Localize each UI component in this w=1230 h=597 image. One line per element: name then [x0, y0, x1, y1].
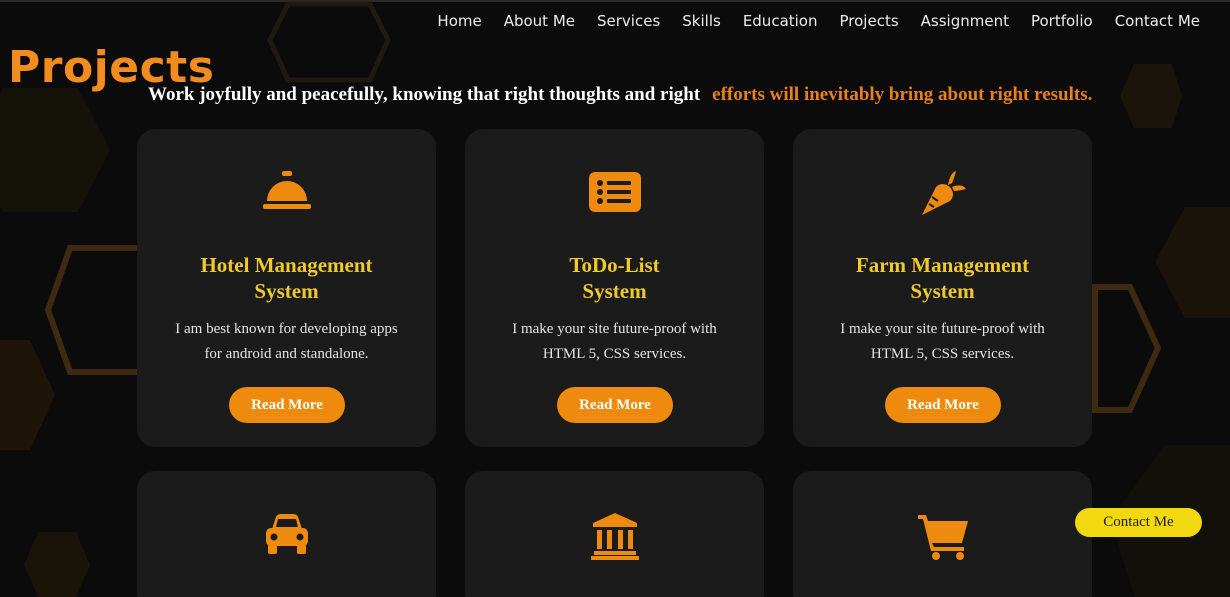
project-title-line2: System — [910, 279, 975, 303]
project-title-line1: Hotel Management — [200, 253, 373, 277]
project-card-car — [137, 471, 436, 597]
project-title-line2: System — [582, 279, 647, 303]
project-desc-line1: I make your site future-proof with — [512, 321, 717, 337]
tagline-orange-text: efforts will inevitably bring about righ… — [712, 84, 1093, 105]
project-card-farm-management: Farm Management System I make your site … — [793, 129, 1092, 447]
project-description: I am best known for developing apps for … — [162, 317, 411, 367]
bg-hexagon — [1155, 207, 1230, 318]
nav-item-education[interactable]: Education — [743, 10, 818, 32]
nav-item-projects[interactable]: Projects — [840, 10, 899, 32]
project-title: Farm Management System — [813, 252, 1072, 304]
bg-hexagon — [1120, 64, 1182, 128]
project-desc-line1: I make your site future-proof with — [840, 321, 1045, 337]
bg-hexagon — [44, 245, 143, 375]
nav-item-contact-me[interactable]: Contact Me — [1115, 10, 1200, 32]
car-icon — [137, 511, 436, 557]
project-title-line2: System — [254, 279, 319, 303]
nav-item-home[interactable]: Home — [437, 10, 481, 32]
list-icon — [465, 169, 764, 215]
bg-hexagon — [0, 340, 55, 450]
concierge-bell-icon — [137, 169, 436, 213]
nav-item-portfolio[interactable]: Portfolio — [1031, 10, 1093, 32]
project-card-bank — [465, 471, 764, 597]
shopping-cart-icon — [793, 511, 1092, 561]
project-description: I make your site future-proof with HTML … — [490, 317, 739, 367]
project-card-shopping-cart — [793, 471, 1092, 597]
carrot-icon — [793, 169, 1092, 219]
main-navigation: Home About Me Services Skills Education … — [415, 10, 1200, 32]
project-desc-line1: I am best known for developing apps — [175, 321, 398, 337]
bank-icon — [465, 511, 764, 561]
tagline-white-text: Work joyfully and peacefully, knowing th… — [148, 84, 701, 105]
read-more-button[interactable]: Read More — [885, 387, 1001, 423]
project-title: Hotel Management System — [157, 252, 416, 304]
nav-item-skills[interactable]: Skills — [682, 10, 721, 32]
nav-item-services[interactable]: Services — [597, 10, 660, 32]
project-card-hotel-management: Hotel Management System I am best known … — [137, 129, 436, 447]
project-title-line1: Farm Management — [855, 253, 1030, 277]
nav-item-about-me[interactable]: About Me — [504, 10, 575, 32]
project-desc-line2: HTML 5, CSS services. — [542, 346, 687, 362]
project-title-line1: ToDo-List — [569, 253, 660, 277]
read-more-button[interactable]: Read More — [557, 387, 673, 423]
tagline: Work joyfully and peacefully, knowing th… — [148, 84, 1092, 106]
project-description: I make your site future-proof with HTML … — [818, 317, 1067, 367]
project-desc-line2: HTML 5, CSS services. — [870, 346, 1015, 362]
project-card-todo-list: ToDo-List System I make your site future… — [465, 129, 764, 447]
read-more-button[interactable]: Read More — [229, 387, 345, 423]
project-title: ToDo-List System — [485, 252, 744, 304]
bg-hexagon — [267, 1, 391, 83]
project-desc-line2: for android and standalone. — [204, 346, 369, 362]
nav-item-assignment[interactable]: Assignment — [921, 10, 1009, 32]
floating-contact-button[interactable]: Contact Me — [1075, 508, 1202, 537]
bg-hexagon — [0, 88, 110, 212]
bg-hexagon — [1092, 284, 1162, 413]
bg-hexagon — [24, 532, 90, 597]
